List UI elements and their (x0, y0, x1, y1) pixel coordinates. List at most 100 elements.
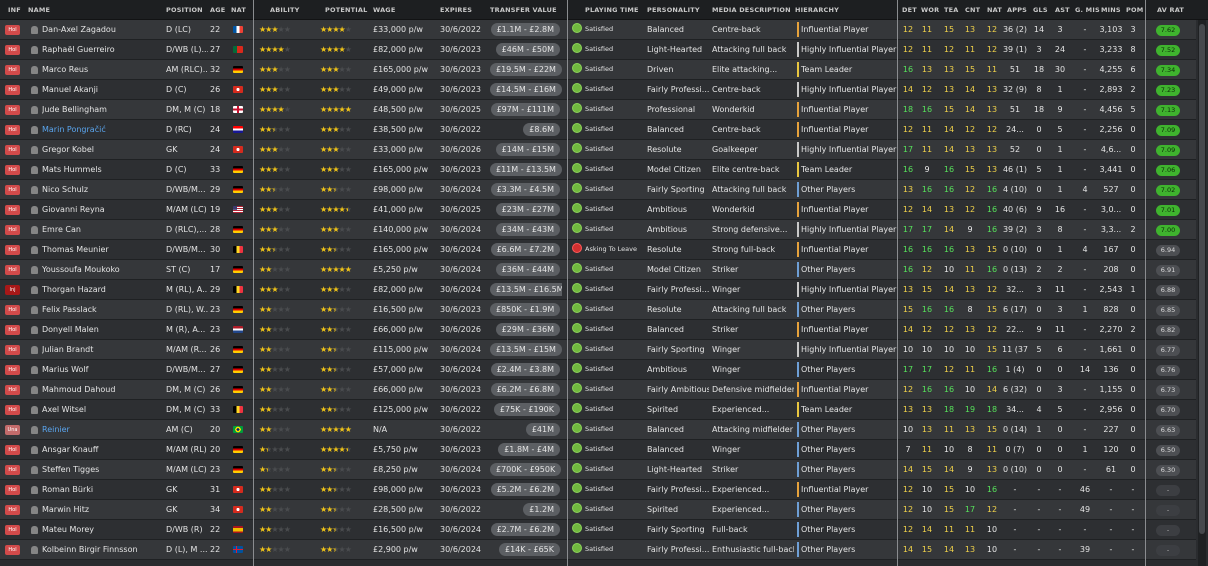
table-row[interactable]: Hol Felix Passlack D (RL), W... 23 ★★★★★… (0, 300, 1196, 320)
nation-flag-icon[interactable] (233, 146, 243, 153)
nation-flag-icon[interactable] (233, 546, 243, 553)
player-name-link[interactable]: Mahmoud Dahoud (42, 380, 164, 399)
col-wor[interactable]: WOR (921, 6, 939, 14)
table-row[interactable]: Hol Kolbeinn Birgir Finnsson D (L), M ..… (0, 540, 1196, 560)
player-name-link[interactable]: Thorgan Hazard (42, 280, 164, 299)
nation-flag-icon[interactable] (233, 266, 243, 273)
col-tea[interactable]: TEA (944, 6, 959, 14)
table-row[interactable]: Hol Mahmoud Dahoud DM, M (C) 26 ★★★★★ ★★… (0, 380, 1196, 400)
col-age[interactable]: AGE (210, 6, 225, 14)
nation-flag-icon[interactable] (233, 306, 243, 313)
table-row[interactable]: Hol Marin Pongračić D (RC) 24 ★★★★★ ★★★★… (0, 120, 1196, 140)
col-apps[interactable]: APPS (1007, 6, 1027, 14)
table-row[interactable]: Hol Manuel Akanji D (C) 26 ★★★★★ ★★★★★ £… (0, 80, 1196, 100)
player-name-link[interactable]: Emre Can (42, 220, 164, 239)
table-row[interactable]: Hol Gregor Kobel GK 24 ★★★★★ ★★★★★ £33,0… (0, 140, 1196, 160)
player-name-link[interactable]: Donyell Malen (42, 320, 164, 339)
nation-flag-icon[interactable] (233, 126, 243, 133)
col-inf[interactable]: INF (8, 6, 21, 14)
player-name-link[interactable]: Giovanni Reyna (42, 200, 164, 219)
col-media-description[interactable]: MEDIA DESCRIPTION (712, 6, 791, 14)
player-name-link[interactable]: Marius Wolf (42, 360, 164, 379)
player-name-link[interactable]: Marco Reus (42, 60, 164, 79)
player-name-link[interactable]: Mateu Morey (42, 520, 164, 539)
col-gmis[interactable]: G. MIS (1075, 6, 1100, 14)
nation-flag-icon[interactable] (233, 386, 243, 393)
col-pom[interactable]: POM (1126, 6, 1143, 14)
col-mins[interactable]: MINS (1101, 6, 1121, 14)
col-gls[interactable]: GLS (1033, 6, 1048, 14)
nation-flag-icon[interactable] (233, 326, 243, 333)
player-name-link[interactable]: Manuel Akanji (42, 80, 164, 99)
vertical-scrollbar[interactable] (1198, 20, 1206, 566)
table-row[interactable]: Hol Emre Can D (RLC),... 28 ★★★★★ ★★★★★ … (0, 220, 1196, 240)
nation-flag-icon[interactable] (233, 366, 243, 373)
player-name-link[interactable]: Marwin Hitz (42, 500, 164, 519)
player-name-link[interactable]: Marin Pongračić (42, 120, 164, 139)
player-name-link[interactable]: Thomas Meunier (42, 240, 164, 259)
table-row[interactable]: Hol Roman Bürki GK 31 ★★★★★ ★★★★★ £98,00… (0, 480, 1196, 500)
nation-flag-icon[interactable] (233, 506, 243, 513)
col-det[interactable]: DET (902, 6, 917, 14)
col-av-rat[interactable]: AV RAT (1157, 6, 1184, 14)
nation-flag-icon[interactable] (233, 466, 243, 473)
nation-flag-icon[interactable] (233, 86, 243, 93)
nation-flag-icon[interactable] (233, 26, 243, 33)
col-personality[interactable]: PERSONALITY (647, 6, 700, 14)
col-ability[interactable]: ABILITY (270, 6, 300, 14)
table-row[interactable]: Hol Marwin Hitz GK 34 ★★★★★ ★★★★★ £28,50… (0, 500, 1196, 520)
nation-flag-icon[interactable] (233, 446, 243, 453)
player-name-link[interactable]: Mats Hummels (42, 160, 164, 179)
nation-flag-icon[interactable] (233, 46, 243, 53)
player-name-link[interactable]: Steffen Tigges (42, 460, 164, 479)
table-row[interactable]: Hol Donyell Malen M (R), A... 23 ★★★★★ ★… (0, 320, 1196, 340)
table-row[interactable]: Hol Steffen Tigges M/AM (LC) 23 ★★★★★ ★★… (0, 460, 1196, 480)
col-playing-time[interactable]: PLAYING TIME (585, 6, 639, 14)
nation-flag-icon[interactable] (233, 186, 243, 193)
col-cnt[interactable]: CNT (965, 6, 980, 14)
scrollbar-thumb[interactable] (1199, 24, 1205, 534)
player-name-link[interactable]: Raphaël Guerreiro (42, 40, 164, 59)
col-nat-attr[interactable]: NAT (987, 6, 1002, 14)
player-name-link[interactable]: Roman Bürki (42, 480, 164, 499)
col-nat[interactable]: NAT (231, 6, 246, 14)
player-name-link[interactable]: Dan-Axel Zagadou (42, 20, 164, 39)
player-name-link[interactable]: Ansgar Knauff (42, 440, 164, 459)
nation-flag-icon[interactable] (233, 206, 243, 213)
player-name-link[interactable]: Nico Schulz (42, 180, 164, 199)
player-name-link[interactable]: Axel Witsel (42, 400, 164, 419)
nation-flag-icon[interactable] (233, 286, 243, 293)
col-transfer-value[interactable]: TRANSFER VALUE (490, 6, 557, 14)
nation-flag-icon[interactable] (233, 166, 243, 173)
table-row[interactable]: Hol Nico Schulz D/WB/M... 29 ★★★★★ ★★★★★… (0, 180, 1196, 200)
table-row[interactable]: Hol Marco Reus AM (RLC)... 32 ★★★★★ ★★★★… (0, 60, 1196, 80)
col-potential[interactable]: POTENTIAL (325, 6, 367, 14)
col-name[interactable]: NAME (28, 6, 50, 14)
player-name-link[interactable]: Jude Bellingham (42, 100, 164, 119)
table-row[interactable]: Hol Dan-Axel Zagadou D (LC) 22 ★★★★★ ★★★… (0, 20, 1196, 40)
nation-flag-icon[interactable] (233, 106, 243, 113)
col-expires[interactable]: EXPIRES (440, 6, 472, 14)
col-ast[interactable]: AST (1055, 6, 1070, 14)
col-position[interactable]: POSITION (166, 6, 203, 14)
col-wage[interactable]: WAGE (373, 6, 395, 14)
table-row[interactable]: Hol Axel Witsel DM, M (C) 33 ★★★★★ ★★★★★… (0, 400, 1196, 420)
nation-flag-icon[interactable] (233, 526, 243, 533)
table-row[interactable]: Hol Raphaël Guerreiro D/WB (L)... 27 ★★★… (0, 40, 1196, 60)
table-row[interactable]: Hol Giovanni Reyna M/AM (LC) 19 ★★★★★ ★★… (0, 200, 1196, 220)
player-name-link[interactable]: Julian Brandt (42, 340, 164, 359)
table-row[interactable]: Hol Marius Wolf D/WB/M... 27 ★★★★★ ★★★★★… (0, 360, 1196, 380)
table-row[interactable]: Hol Youssoufa Moukoko ST (C) 17 ★★★★★ ★★… (0, 260, 1196, 280)
nation-flag-icon[interactable] (233, 346, 243, 353)
nation-flag-icon[interactable] (233, 426, 243, 433)
col-hierarchy[interactable]: HIERARCHY (795, 6, 839, 14)
table-row[interactable]: Inj Thorgan Hazard M (RL), A... 29 ★★★★★… (0, 280, 1196, 300)
table-row[interactable]: Hol Mats Hummels D (C) 33 ★★★★★ ★★★★★ £1… (0, 160, 1196, 180)
nation-flag-icon[interactable] (233, 246, 243, 253)
table-row[interactable]: Hol Ansgar Knauff M/AM (RL) 20 ★★★★★ ★★★… (0, 440, 1196, 460)
nation-flag-icon[interactable] (233, 66, 243, 73)
table-row[interactable]: Una Reinier AM (C) 20 ★★★★★ ★★★★★ N/A 30… (0, 420, 1196, 440)
table-row[interactable]: Hol Jude Bellingham DM, M (C) 18 ★★★★★ ★… (0, 100, 1196, 120)
table-row[interactable]: Hol Julian Brandt M/AM (R... 26 ★★★★★ ★★… (0, 340, 1196, 360)
table-row[interactable]: Hol Mateu Morey D/WB (R) 22 ★★★★★ ★★★★★ … (0, 520, 1196, 540)
